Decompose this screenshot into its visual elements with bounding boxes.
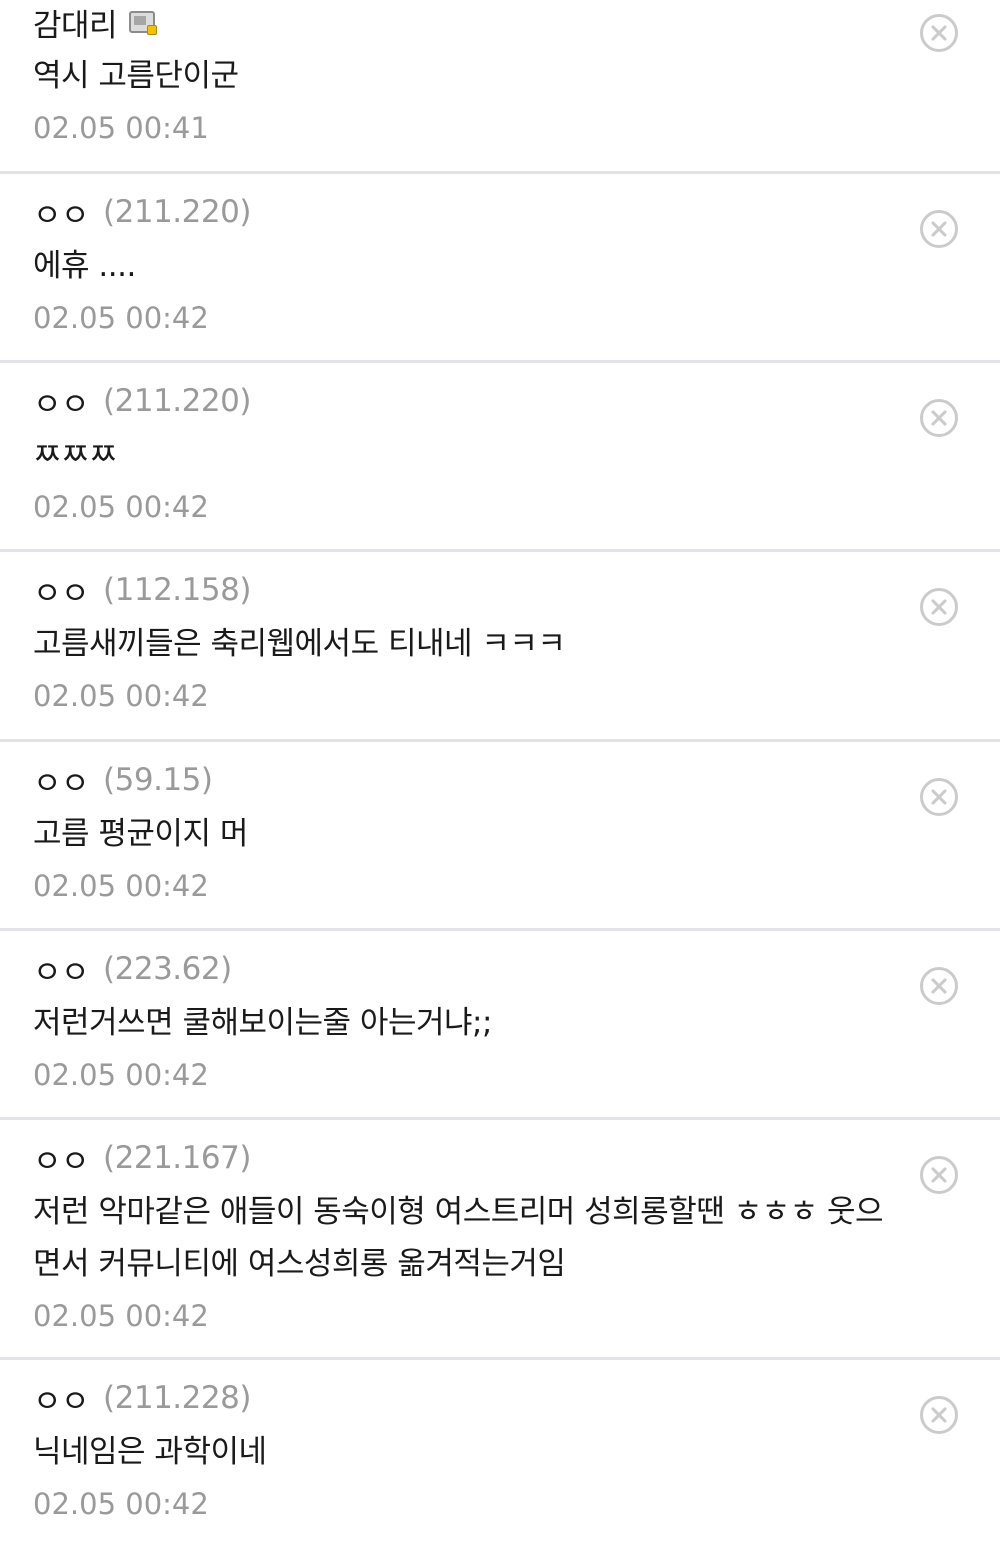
- comment-text: 고름새끼들은 축리웹에서도 티내네 ㅋㅋㅋ: [33, 626, 566, 662]
- comment-text: 역시 고름단이군: [33, 58, 239, 94]
- comment-item: ㅇㅇ (211.220) ㅉㅉㅉ 02.05 00:42: [0, 363, 1000, 552]
- comment-timestamp: 02.05 00:42: [33, 1487, 209, 1521]
- comment-item: 감대리 역시 고름단이군 02.05 00:41: [0, 0, 1000, 174]
- comment-item: ㅇㅇ (211.228) 닉네임은 과학이네 02.05 00:42: [0, 1360, 1000, 1542]
- close-circle-icon[interactable]: [920, 967, 958, 1005]
- comment-author: ㅇㅇ (211.228): [33, 1376, 910, 1420]
- close-circle-icon[interactable]: [920, 399, 958, 437]
- comment-text: 에휴 ....: [33, 248, 136, 284]
- comment-ip: (223.62): [103, 951, 232, 987]
- comment-author: ㅇㅇ (211.220): [33, 190, 910, 234]
- comment-text: ㅉㅉㅉ: [33, 437, 118, 473]
- comment-item: ㅇㅇ (211.220) 에휴 .... 02.05 00:42: [0, 174, 1000, 363]
- comment-nickname[interactable]: ㅇㅇ: [33, 190, 90, 235]
- comment-author: ㅇㅇ (112.158): [33, 568, 910, 612]
- comment-author: ㅇㅇ (211.220): [33, 379, 910, 423]
- comment-nickname[interactable]: ㅇㅇ: [33, 1136, 90, 1181]
- comment-nickname[interactable]: ㅇㅇ: [33, 379, 90, 424]
- comment-timestamp: 02.05 00:42: [33, 490, 209, 524]
- comment-item: ㅇㅇ (221.167) 저런 악마같은 애들이 동숙이형 여스트리머 성희롱할땐 …: [0, 1120, 1000, 1360]
- comment-list: 감대리 역시 고름단이군 02.05 00:41 ㅇㅇ (211.220) 에휴 .…: [0, 0, 1000, 1542]
- comment-item: ㅇㅇ (112.158) 고름새끼들은 축리웹에서도 티내네 ㅋㅋㅋ 02.05 00…: [0, 552, 1000, 742]
- comment-item: ㅇㅇ (59.15) 고름 평균이지 머 02.05 00:42: [0, 742, 1000, 931]
- comment-timestamp: 02.05 00:42: [33, 1058, 209, 1092]
- comment-author: 감대리: [33, 0, 910, 44]
- comment-ip: (211.220): [103, 194, 251, 230]
- comment-nickname[interactable]: ㅇㅇ: [33, 568, 90, 613]
- comment-timestamp: 02.05 00:42: [33, 1299, 209, 1333]
- close-circle-icon[interactable]: [920, 210, 958, 248]
- comment-ip: (112.158): [103, 572, 251, 608]
- comment-timestamp: 02.05 00:42: [33, 679, 209, 713]
- comment-author: ㅇㅇ (223.62): [33, 947, 910, 991]
- comment-nickname[interactable]: 감대리: [33, 0, 118, 45]
- comment-timestamp: 02.05 00:42: [33, 301, 209, 335]
- comment-timestamp: 02.05 00:41: [33, 111, 209, 145]
- comment-text: 닉네임은 과학이네: [33, 1434, 267, 1470]
- comment-ip: (59.15): [103, 762, 213, 798]
- comment-timestamp: 02.05 00:42: [33, 869, 209, 903]
- comment-author: ㅇㅇ (59.15): [33, 758, 910, 802]
- comment-item: ㅇㅇ (223.62) 저런거쓰면 쿨해보이는줄 아는거냐;; 02.05 00:42: [0, 931, 1000, 1120]
- comment-ip: (211.220): [103, 383, 251, 419]
- comment-author: ㅇㅇ (221.167): [33, 1136, 910, 1180]
- close-circle-icon[interactable]: [920, 1396, 958, 1434]
- close-circle-icon[interactable]: [920, 588, 958, 626]
- comment-nickname[interactable]: ㅇㅇ: [33, 947, 90, 992]
- comment-text: 저런거쓰면 쿨해보이는줄 아는거냐;;: [33, 1005, 492, 1041]
- comment-nickname[interactable]: ㅇㅇ: [33, 1376, 90, 1421]
- comment-ip: (211.228): [103, 1380, 251, 1416]
- close-circle-icon[interactable]: [920, 14, 958, 52]
- gallery-member-icon: [129, 11, 158, 35]
- close-circle-icon[interactable]: [920, 778, 958, 816]
- comment-nickname[interactable]: ㅇㅇ: [33, 758, 90, 803]
- comment-text: 고름 평균이지 머: [33, 816, 248, 852]
- comment-text: 저런 악마같은 애들이 동숙이형 여스트리머 성희롱할땐 ㅎㅎㅎ 웃으면서 커뮤…: [33, 1194, 884, 1282]
- comment-ip: (221.167): [103, 1140, 251, 1176]
- close-circle-icon[interactable]: [920, 1156, 958, 1194]
